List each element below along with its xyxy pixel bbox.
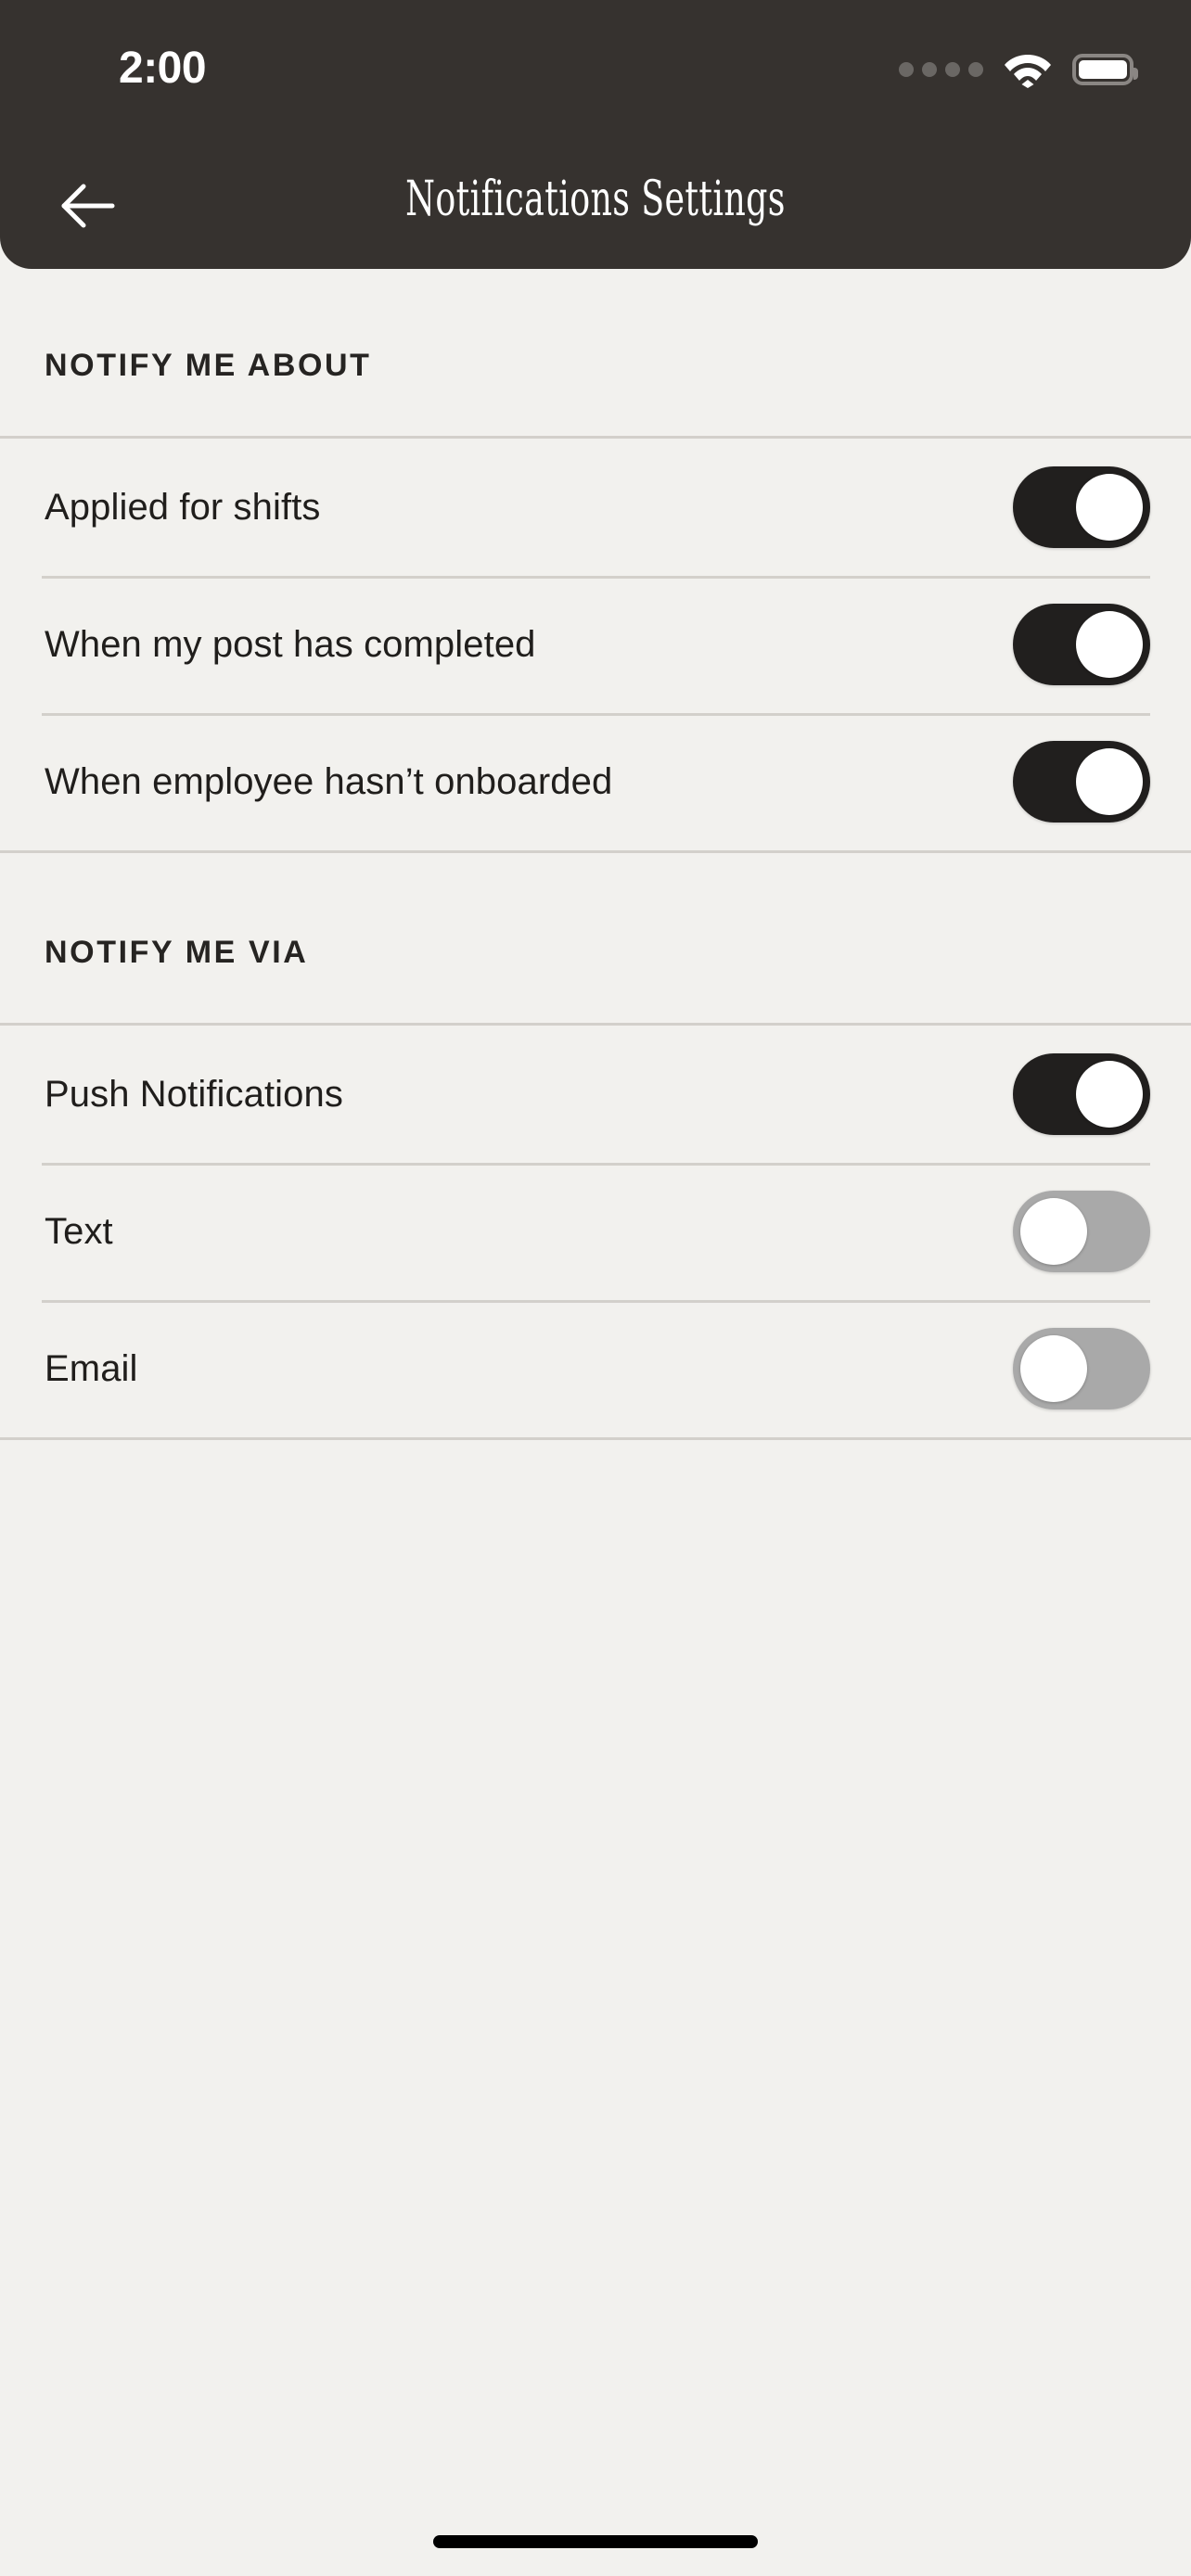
- phone-screen: 2:00 Notifications Settings NOTIFY ME AB…: [0, 0, 1191, 2576]
- row-label: When employee hasn’t onboarded: [45, 760, 613, 802]
- toggle-employee-not-onboarded[interactable]: [1013, 741, 1150, 823]
- back-button[interactable]: [45, 176, 130, 236]
- toggle-knob: [1076, 474, 1143, 541]
- signal-dots-icon: [899, 62, 983, 77]
- toggle-push-notifications[interactable]: [1013, 1053, 1150, 1135]
- status-bar: 2:00: [0, 0, 1191, 130]
- toggle-knob: [1076, 1061, 1143, 1128]
- settings-row-applied-for-shifts[interactable]: Applied for shifts: [0, 439, 1191, 576]
- status-bar-time: 2:00: [119, 44, 207, 93]
- row-label: Applied for shifts: [45, 486, 321, 528]
- row-label: Text: [45, 1210, 113, 1252]
- settings-row-email[interactable]: Email: [0, 1300, 1191, 1437]
- arrow-left-icon: [59, 183, 115, 229]
- toggle-text[interactable]: [1013, 1191, 1150, 1272]
- settings-row-text[interactable]: Text: [0, 1163, 1191, 1300]
- section-rows-notify-me-via: Push Notifications Text Email: [0, 1023, 1191, 1440]
- section-rows-notify-me-about: Applied for shifts When my post has comp…: [0, 436, 1191, 850]
- section-header-label: NOTIFY ME VIA: [45, 935, 309, 970]
- toggle-knob: [1020, 1198, 1087, 1265]
- status-bar-indicators: [899, 48, 1138, 91]
- wifi-icon: [1004, 51, 1052, 88]
- page-title: Notifications Settings: [405, 172, 786, 227]
- app-header: 2:00 Notifications Settings: [0, 0, 1191, 269]
- row-label: Email: [45, 1347, 138, 1389]
- navigation-bar: Notifications Settings: [0, 130, 1191, 269]
- toggle-post-completed[interactable]: [1013, 604, 1150, 685]
- settings-list: NOTIFY ME ABOUT Applied for shifts When …: [0, 269, 1191, 1440]
- home-indicator[interactable]: [433, 2535, 758, 2548]
- section-header-label: NOTIFY ME ABOUT: [45, 348, 372, 383]
- toggle-knob: [1020, 1335, 1087, 1402]
- section-header-notify-me-about: NOTIFY ME ABOUT: [0, 269, 1191, 436]
- toggle-applied-for-shifts[interactable]: [1013, 466, 1150, 548]
- settings-row-post-completed[interactable]: When my post has completed: [0, 576, 1191, 713]
- battery-icon: [1072, 54, 1138, 85]
- toggle-email[interactable]: [1013, 1328, 1150, 1409]
- settings-row-push-notifications[interactable]: Push Notifications: [0, 1026, 1191, 1163]
- toggle-knob: [1076, 748, 1143, 815]
- section-header-notify-me-via: NOTIFY ME VIA: [0, 850, 1191, 1023]
- settings-row-employee-not-onboarded[interactable]: When employee hasn’t onboarded: [0, 713, 1191, 850]
- row-label: Push Notifications: [45, 1073, 343, 1115]
- toggle-knob: [1076, 611, 1143, 678]
- row-label: When my post has completed: [45, 623, 536, 665]
